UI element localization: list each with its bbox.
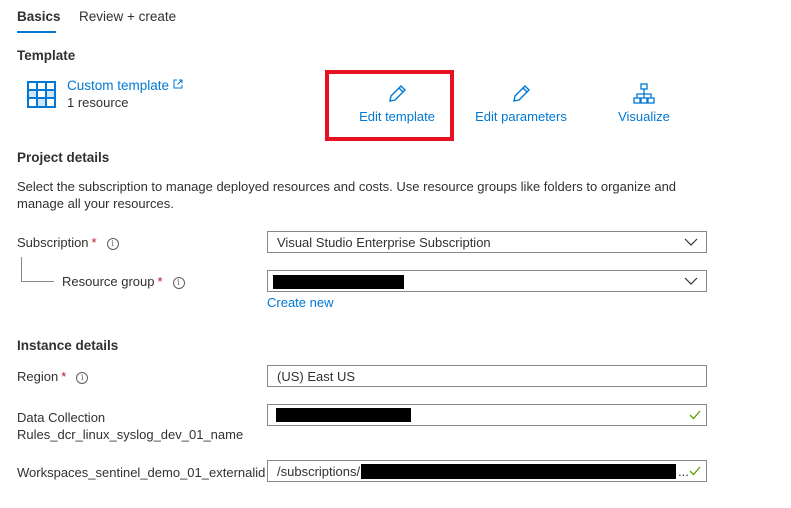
visualize-label: Visualize — [618, 109, 670, 124]
custom-template-link[interactable]: Custom template — [67, 77, 183, 93]
pencil-icon — [471, 83, 571, 105]
project-description: Select the subscription to manage deploy… — [17, 179, 677, 211]
custom-template-label: Custom template — [67, 78, 170, 93]
create-new-link[interactable]: Create new — [267, 295, 333, 310]
dcr-label-line1: Data Collection — [17, 410, 106, 425]
tree-connector — [21, 257, 54, 282]
dcr-label: Data Collection Rules_dcr_linux_syslog_d… — [17, 409, 243, 443]
instance-details-heading: Instance details — [17, 338, 119, 353]
region-label: Region * i — [17, 369, 89, 384]
subscription-label-text: Subscription — [17, 235, 89, 250]
template-grid-icon — [27, 81, 56, 111]
workspaces-value-prefix: /subscriptions/ — [277, 464, 361, 479]
dcr-label-line2: Rules_dcr_linux_syslog_dev_01_name — [17, 427, 244, 442]
info-icon[interactable]: i — [106, 238, 119, 250]
redacted-value — [273, 275, 404, 289]
info-icon[interactable]: i — [76, 372, 89, 384]
resource-group-label: Resource group * i — [62, 274, 185, 289]
required-marker: * — [157, 274, 163, 289]
region-select[interactable]: (US) East US — [267, 365, 707, 387]
info-icon[interactable]: i — [172, 277, 185, 289]
edit-parameters-button[interactable]: Edit parameters — [471, 83, 571, 124]
required-marker: * — [91, 235, 97, 250]
visualize-button[interactable]: Visualize — [609, 83, 679, 124]
checkmark-icon — [689, 465, 701, 480]
redacted-value — [276, 408, 411, 422]
template-resource-count: 1 resource — [67, 95, 129, 110]
workspaces-label: Workspaces_sentinel_demo_01_externalid — [17, 465, 266, 480]
chevron-down-icon — [684, 236, 698, 251]
pencil-icon — [352, 83, 442, 105]
checkmark-icon — [689, 409, 701, 424]
region-label-text: Region — [17, 369, 59, 384]
required-marker: * — [61, 369, 67, 384]
tab-basics[interactable]: Basics — [17, 9, 61, 24]
tab-review-create[interactable]: Review + create — [79, 9, 176, 24]
redacted-value — [361, 464, 676, 479]
external-link-icon — [173, 77, 183, 92]
dcr-name-input[interactable] — [267, 404, 707, 426]
subscription-value: Visual Studio Enterprise Subscription — [277, 235, 491, 250]
edit-template-label: Edit template — [359, 109, 435, 124]
project-details-heading: Project details — [17, 150, 110, 165]
workspaces-input[interactable]: /subscriptions/ ... — [267, 460, 707, 482]
chevron-down-icon — [684, 275, 698, 290]
resource-group-select[interactable] — [267, 270, 707, 292]
hierarchy-icon — [609, 83, 679, 105]
template-heading: Template — [17, 48, 76, 63]
region-value: (US) East US — [277, 369, 356, 384]
workspaces-value-ellipsis: ... — [678, 464, 689, 479]
edit-parameters-label: Edit parameters — [475, 109, 567, 124]
edit-template-button[interactable]: Edit template — [352, 83, 442, 124]
resource-group-label-text: Resource group — [62, 274, 155, 289]
subscription-label: Subscription * i — [17, 235, 119, 250]
tab-active-indicator — [17, 31, 56, 33]
subscription-select[interactable]: Visual Studio Enterprise Subscription — [267, 231, 707, 253]
